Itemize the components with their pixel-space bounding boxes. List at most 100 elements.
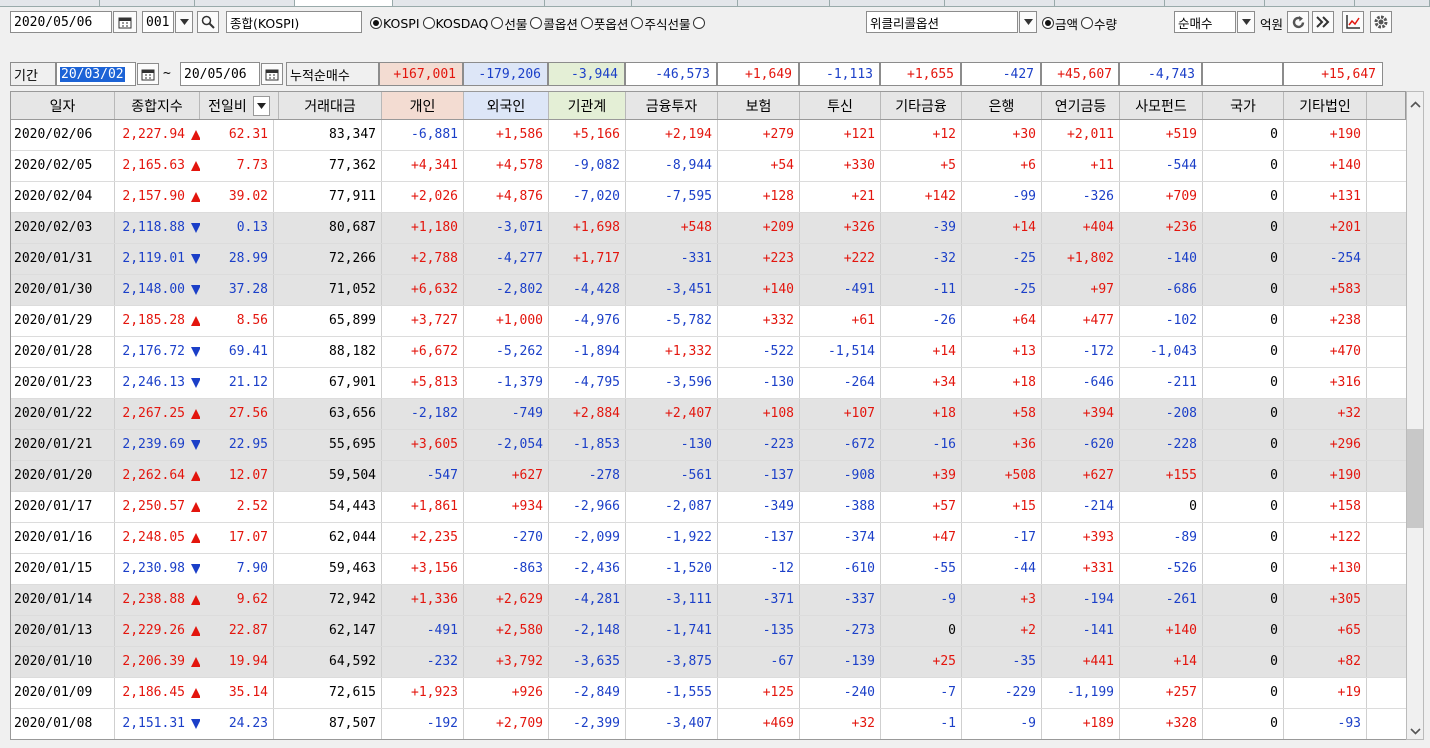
column-header[interactable]: 거래대금: [279, 92, 382, 119]
tab[interactable]: [0, 0, 100, 6]
tab[interactable]: [1055, 0, 1165, 6]
date-cell: 2020/01/10: [11, 647, 115, 677]
chevron-down-icon[interactable]: [175, 11, 193, 33]
column-header[interactable]: 전일비: [200, 92, 279, 119]
tab[interactable]: [738, 0, 830, 6]
column-header[interactable]: 기관계: [549, 92, 626, 119]
table-row[interactable]: 2020/01/15 2,230.98 7.90 59,463 +3,156 -863 -2…: [11, 554, 1406, 585]
period-to-input[interactable]: 20/05/06: [180, 62, 260, 86]
radio-button-icon[interactable]: [1042, 17, 1054, 29]
radio-button-icon[interactable]: [530, 17, 543, 29]
column-header[interactable]: 사모펀드: [1120, 92, 1203, 119]
scroll-thumb[interactable]: [1407, 429, 1423, 528]
radio-button-icon[interactable]: [1081, 17, 1094, 29]
scroll-up-icon[interactable]: [1410, 101, 1421, 108]
radio-0[interactable]: 금액: [1042, 14, 1078, 33]
type-select[interactable]: 순매수: [1174, 11, 1236, 33]
column-header[interactable]: 금융투자: [626, 92, 718, 119]
table-row[interactable]: 2020/01/28 2,176.72 69.41 88,182 +6,672 -5,26…: [11, 337, 1406, 368]
column-header[interactable]: 외국인: [464, 92, 549, 119]
table-row[interactable]: 2020/02/06 2,227.94 62.31 83,347 -6,881 +1,58…: [11, 120, 1406, 151]
column-header[interactable]: 종합지수: [115, 92, 200, 119]
column-header[interactable]: 개인: [382, 92, 464, 119]
table-row[interactable]: 2020/01/08 2,151.31 24.23 87,507 -192 +2,709-…: [11, 709, 1406, 739]
column-header[interactable]: 은행: [962, 92, 1042, 119]
radio-button-icon[interactable]: [491, 17, 504, 29]
date-input[interactable]: 2020/05/06: [10, 11, 112, 33]
tab[interactable]: [295, 0, 393, 6]
table-row[interactable]: 2020/02/05 2,165.63 7.73 77,362 +4,341 +4,578…: [11, 151, 1406, 182]
table-row[interactable]: 2020/01/09 2,186.45 35.14 72,615 +1,923 +926-…: [11, 678, 1406, 709]
radio-button-icon[interactable]: [580, 17, 593, 29]
summary-cell: -427: [961, 62, 1041, 86]
gear-icon[interactable]: [1370, 11, 1392, 33]
search-icon[interactable]: [197, 11, 219, 33]
tab[interactable]: [545, 0, 632, 6]
value-cell: 2,248.05: [122, 530, 185, 545]
table-row[interactable]: 2020/01/21 2,239.69 22.95 55,695 +3,605 -2,05…: [11, 430, 1406, 461]
table-row[interactable]: 2020/02/03 2,118.88 0.13 80,687 +1,180 -3,071…: [11, 213, 1406, 244]
table-row[interactable]: 2020/01/14 2,238.88 9.62 72,942 +1,336 +2,629…: [11, 585, 1406, 616]
scroll-down-icon[interactable]: [1410, 728, 1421, 735]
column-header[interactable]: 보험: [718, 92, 800, 119]
column-header[interactable]: 기타법인: [1284, 92, 1367, 119]
calendar-icon[interactable]: [261, 63, 283, 85]
radio-button-icon[interactable]: [422, 17, 435, 29]
table-row[interactable]: 2020/01/23 2,246.13 21.12 67,901 +5,813 -1,37…: [11, 368, 1406, 399]
dropdown-icon[interactable]: [252, 95, 270, 116]
table-row[interactable]: 2020/01/29 2,185.28 8.56 65,899 +3,727 +1,000…: [11, 306, 1406, 337]
table-row[interactable]: 2020/01/31 2,119.01 28.99 72,266 +2,788 -4,27…: [11, 244, 1406, 275]
tab[interactable]: [632, 0, 738, 6]
table-row[interactable]: 2020/01/17 2,250.57 2.52 54,443 +1,861 +934 -2…: [11, 492, 1406, 523]
tab[interactable]: [1265, 0, 1355, 6]
code-input[interactable]: 001: [142, 11, 174, 33]
value-cell: +142: [881, 182, 962, 212]
column-header[interactable]: 국가: [1203, 92, 1284, 119]
table-row[interactable]: 2020/01/10 2,206.39 19.94 64,592 -232 +3,792-…: [11, 647, 1406, 678]
chevron-down-icon[interactable]: [1019, 11, 1037, 33]
radio-2[interactable]: 선물: [491, 14, 527, 33]
column-header-label: 종합지수: [131, 98, 183, 115]
radio-1[interactable]: 수량: [1081, 14, 1117, 33]
tab[interactable]: [945, 0, 1055, 6]
radio-4[interactable]: 풋옵션: [580, 14, 628, 33]
tab[interactable]: [1355, 0, 1430, 6]
tab[interactable]: [1165, 0, 1265, 6]
period-from-input[interactable]: 20/03/02: [56, 62, 136, 86]
chart-icon[interactable]: [1342, 11, 1364, 33]
radio-button-icon[interactable]: [693, 17, 706, 29]
radio-button-icon[interactable]: [631, 17, 644, 29]
table-row[interactable]: 2020/02/04 2,157.90 39.02 77,911 +2,026 +4,87…: [11, 182, 1406, 213]
table-row[interactable]: 2020/01/13 2,229.26 22.87 62,147 -491 +2,580-…: [11, 616, 1406, 647]
tab[interactable]: [393, 0, 545, 6]
table-row[interactable]: 2020/01/16 2,248.05 17.07 62,044 +2,235 -270-…: [11, 523, 1406, 554]
radio-5[interactable]: 주식선물: [631, 14, 690, 33]
double-chevron-right-icon[interactable]: [1312, 11, 1334, 33]
calendar-icon[interactable]: [113, 11, 137, 33]
radio-button-icon[interactable]: [370, 17, 382, 29]
index-name-field[interactable]: 종합(KOSPI): [226, 11, 362, 33]
value-cell: 17.07: [200, 523, 274, 553]
tab[interactable]: [100, 0, 195, 6]
column-header[interactable]: 일자: [11, 92, 115, 119]
calendar-icon[interactable]: [137, 63, 159, 85]
table-row[interactable]: 2020/01/30 2,148.00 37.28 71,052 +6,632 -2,80…: [11, 275, 1406, 306]
radio-3[interactable]: 콜옵션: [530, 14, 578, 33]
vertical-scrollbar[interactable]: [1406, 91, 1424, 740]
refresh-icon[interactable]: [1287, 11, 1309, 33]
tab[interactable]: [830, 0, 945, 6]
option-select[interactable]: 위클리콜옵션: [866, 11, 1018, 33]
value-cell: +441: [1042, 647, 1120, 677]
table-row[interactable]: 2020/01/20 2,262.64 12.07 59,504 -547 +627 -27…: [11, 461, 1406, 492]
tab[interactable]: [195, 0, 295, 6]
table-row[interactable]: 2020/01/22 2,267.25 27.56 63,656 -2,182 -749 +…: [11, 399, 1406, 430]
column-header[interactable]: 투신: [800, 92, 881, 119]
chevron-down-icon[interactable]: [1237, 11, 1255, 33]
radio-1[interactable]: KOSDAQ: [422, 16, 488, 31]
column-header[interactable]: 연기금등: [1042, 92, 1120, 119]
column-header-label: 연기금등: [1054, 98, 1107, 115]
column-header[interactable]: 기타금융: [881, 92, 962, 119]
data-grid[interactable]: 2020/02/06 2,227.94 62.31 83,347 -6,881 +1,58…: [10, 120, 1406, 740]
radio-0[interactable]: KOSPI: [370, 16, 420, 31]
value-cell: -2,802: [464, 275, 549, 305]
